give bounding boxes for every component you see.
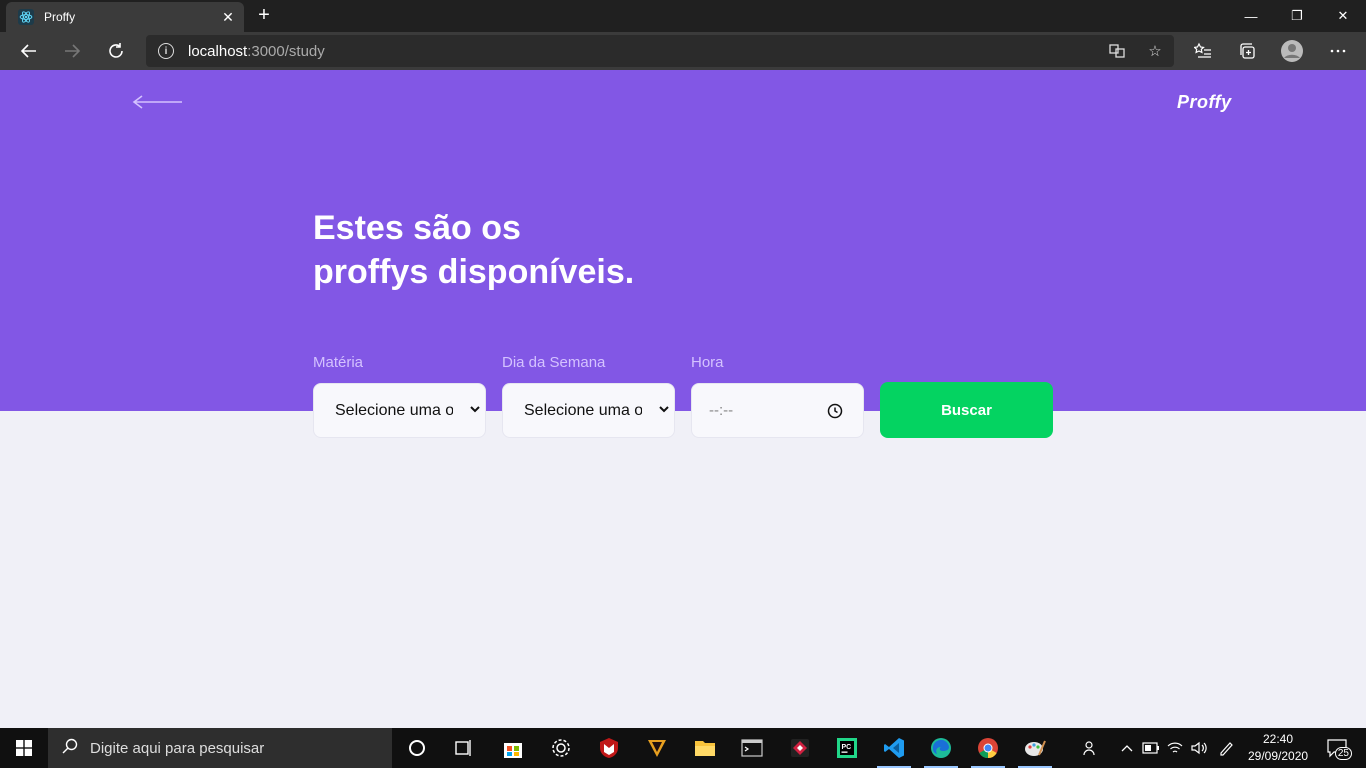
chrome-icon[interactable] — [965, 728, 1011, 768]
game-launcher-icon[interactable] — [634, 728, 680, 768]
clock-icon[interactable] — [827, 403, 843, 419]
address-bar[interactable]: i localhost:3000/study ☆ — [146, 35, 1174, 67]
back-button[interactable] — [14, 36, 44, 66]
windows-taskbar: Digite aqui para pesquisar PC 22:40 29/0… — [0, 728, 1366, 768]
info-icon[interactable]: i — [158, 43, 174, 59]
arrow-left-icon — [20, 44, 36, 58]
weekday-label: Dia da Semana — [502, 354, 606, 371]
taskbar-search[interactable]: Digite aqui para pesquisar — [48, 728, 392, 768]
windows-start-button[interactable] — [0, 728, 48, 768]
weekday-select-value: Selecione uma opção — [524, 401, 642, 419]
weekday-select[interactable]: Selecione uma opção — [502, 383, 675, 438]
vscode-icon[interactable] — [871, 728, 917, 768]
windows-logo-icon — [16, 740, 32, 756]
time-input-placeholder: --:-- — [709, 402, 734, 419]
pycharm-icon[interactable]: PC — [824, 728, 870, 768]
time-input[interactable]: --:-- — [691, 383, 864, 438]
people-icon[interactable] — [1078, 728, 1104, 768]
page-header: Proffy Estes são os proffys disponíveis. — [0, 70, 1366, 411]
search-button[interactable]: Buscar — [880, 382, 1053, 438]
notification-center-button[interactable]: 25 — [1322, 736, 1352, 760]
arrow-right-icon — [65, 44, 81, 58]
store-icon[interactable] — [490, 728, 536, 768]
logo: Proffy — [1177, 92, 1232, 112]
profile-avatar[interactable] — [1277, 36, 1307, 66]
subject-label: Matéria — [313, 354, 364, 371]
taskbar-clock[interactable]: 22:40 29/09/2020 — [1248, 731, 1308, 765]
volume-icon[interactable] — [1188, 728, 1210, 768]
notification-count: 25 — [1334, 747, 1352, 760]
refresh-icon — [109, 43, 123, 58]
tab-title: Proffy — [44, 10, 76, 24]
taskbar-time: 22:40 — [1262, 732, 1294, 746]
edge-browser-icon[interactable] — [918, 728, 964, 768]
react-icon — [18, 9, 34, 25]
page-title: Estes são os proffys disponíveis. — [313, 209, 635, 291]
search-icon — [62, 738, 78, 759]
chevron-up-icon[interactable] — [1117, 728, 1137, 768]
chevron-down-icon — [470, 406, 480, 413]
taskbar-date: 29/09/2020 — [1248, 749, 1309, 763]
cortana-icon[interactable] — [394, 728, 440, 768]
page-content: Proffy Estes são os proffys disponíveis.… — [0, 70, 1366, 728]
favorite-star-icon[interactable]: ☆ — [1140, 35, 1170, 67]
taskbar-search-placeholder: Digite aqui para pesquisar — [90, 739, 265, 757]
subject-select[interactable]: Selecione uma opção — [313, 383, 486, 438]
pen-icon[interactable] — [1214, 728, 1238, 768]
wifi-icon[interactable] — [1164, 728, 1186, 768]
refresh-button[interactable] — [101, 36, 131, 66]
url-text[interactable]: localhost:3000/study — [188, 43, 325, 60]
subject-select-value: Selecione uma opção — [335, 401, 453, 419]
browser-tab[interactable]: Proffy ✕ — [6, 2, 244, 32]
minimize-button[interactable]: — — [1228, 0, 1274, 32]
task-view-icon[interactable] — [440, 728, 486, 768]
close-window-button[interactable]: ✕ — [1320, 0, 1366, 32]
browser-navbar: i localhost:3000/study ☆ — [0, 32, 1366, 70]
battery-icon[interactable] — [1140, 728, 1162, 768]
paint-icon[interactable] — [1012, 728, 1058, 768]
restore-button[interactable]: ❐ — [1274, 0, 1320, 32]
mcafee-icon[interactable] — [586, 728, 632, 768]
tab-close-icon[interactable]: ✕ — [216, 9, 240, 26]
more-menu-icon[interactable] — [1323, 36, 1353, 66]
terminal-icon[interactable] — [729, 728, 775, 768]
back-arrow-icon[interactable] — [132, 94, 184, 110]
app-icon[interactable] — [777, 728, 823, 768]
svg-text:PC: PC — [842, 744, 852, 751]
favorites-icon[interactable] — [1188, 36, 1218, 66]
browser-tabbar: Proffy ✕ + — ❐ ✕ — [0, 0, 1366, 32]
file-explorer-icon[interactable] — [682, 728, 728, 768]
collections-icon[interactable] — [1232, 36, 1262, 66]
forward-button[interactable] — [57, 36, 87, 66]
time-label: Hora — [691, 354, 724, 371]
chevron-down-icon — [659, 406, 669, 413]
new-tab-button[interactable]: + — [252, 4, 276, 28]
translate-icon[interactable] — [1102, 35, 1132, 67]
settings-gear-icon[interactable] — [538, 728, 584, 768]
